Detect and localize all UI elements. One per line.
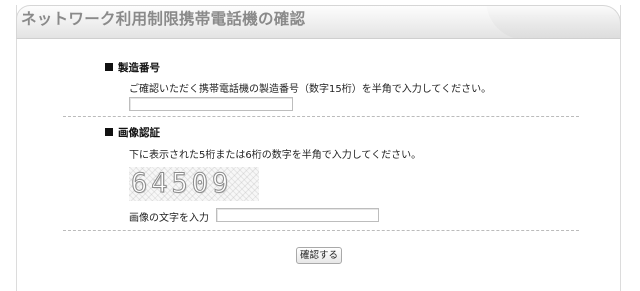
page-title: ネットワーク利用制限携帯電話機の確認 xyxy=(21,10,306,28)
serial-number-input[interactable] xyxy=(129,97,293,111)
captcha-section-label: 画像認証 xyxy=(118,127,160,139)
section-divider xyxy=(63,230,579,231)
captcha-section-title: 画像認証 xyxy=(105,125,160,140)
square-bullet-icon xyxy=(105,63,113,71)
captcha-input-label: 画像の文字を入力 xyxy=(129,213,209,224)
serial-section-title: 製造番号 xyxy=(105,60,160,75)
confirm-button[interactable]: 確認する xyxy=(296,247,342,264)
captcha-text: 64509 xyxy=(130,168,233,200)
captcha-image: 64509 xyxy=(129,167,259,201)
section-divider xyxy=(63,116,579,117)
page: ネットワーク利用制限携帯電話機の確認 製造番号 ご確認いただく携帯電話機の製造番… xyxy=(0,0,640,291)
captcha-description: 下に表示された5桁または6桁の数字を半角で入力してください。 xyxy=(129,150,422,161)
captcha-input[interactable] xyxy=(216,208,379,222)
serial-section-label: 製造番号 xyxy=(118,62,160,74)
square-bullet-icon xyxy=(105,128,113,136)
serial-description: ご確認いただく携帯電話機の製造番号（数字15桁）を半角で入力してください。 xyxy=(129,84,492,95)
